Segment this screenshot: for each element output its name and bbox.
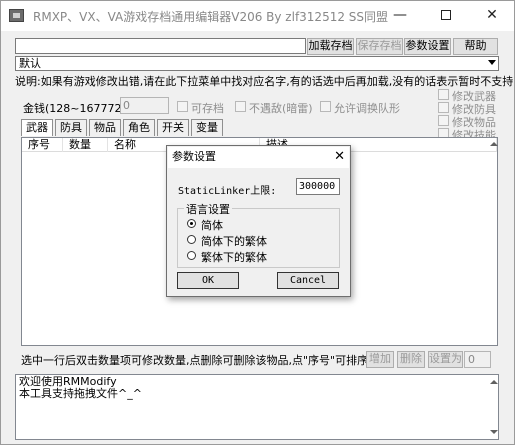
help-button[interactable]: 帮助	[453, 38, 498, 55]
instructions-text: 说明:如果有游戏修改出错,请在此下拉菜单中找对应名字,有的话选中后再加载,没有的…	[15, 75, 514, 88]
maximize-button[interactable]	[423, 1, 469, 31]
limit-label: StaticLinker上限:	[178, 186, 277, 197]
language-group-label: 语言设置	[184, 201, 232, 217]
limit-input[interactable]: 300000	[296, 178, 340, 195]
close-button[interactable]: ✕	[469, 1, 515, 31]
modify-weapon-checkbox[interactable]	[438, 89, 449, 100]
game-preset-select[interactable]: 默认	[15, 56, 499, 71]
saveable-label: 可存档	[191, 102, 224, 115]
allow-swap-checkbox[interactable]	[320, 101, 331, 112]
dialog-title: 参数设置	[172, 150, 216, 163]
tab-weapons[interactable]: 武器	[21, 119, 53, 136]
save-save-button[interactable]: 保存存档	[356, 38, 403, 55]
modify-item-checkbox[interactable]	[438, 115, 449, 126]
radio-simplified-label: 简体	[201, 219, 223, 232]
settings-dialog: 参数设置 ✕ StaticLinker上限: 300000 语言设置 简体 简体…	[166, 145, 351, 297]
window-title: RMXP、VX、VA游戏存档通用编辑器V206 By zlf312512 SS同…	[33, 10, 389, 24]
log-line: 本工具支持拖拽文件^_^	[19, 387, 142, 400]
tab-armor[interactable]: 防具	[55, 119, 87, 136]
column-index[interactable]: 序号	[22, 138, 63, 152]
log-scroll-down-icon[interactable]	[490, 430, 498, 434]
cancel-button[interactable]: Cancel	[277, 272, 339, 289]
scroll-up-icon[interactable]	[490, 142, 498, 146]
set-to-button[interactable]: 设置为	[428, 351, 463, 368]
horizontal-scrollbar[interactable]	[21, 346, 498, 349]
tab-switches[interactable]: 开关	[157, 119, 189, 136]
column-quantity[interactable]: 数量	[63, 138, 108, 152]
tab-variables[interactable]: 变量	[191, 119, 223, 136]
log-scroll-up-icon[interactable]	[490, 380, 498, 384]
load-save-button[interactable]: 加载存档	[307, 38, 354, 55]
no-encounter-label: 不遇敌(暗雷)	[249, 102, 313, 115]
radio-traditional-in-simplified[interactable]	[187, 235, 196, 244]
title-bar: RMXP、VX、VA游戏存档通用编辑器V206 By zlf312512 SS同…	[1, 1, 514, 31]
dialog-close-button[interactable]: ✕	[334, 147, 345, 167]
modify-armor-checkbox[interactable]	[438, 102, 449, 113]
saveable-checkbox[interactable]	[177, 101, 188, 112]
app-icon	[9, 9, 24, 22]
radio-traditional-in-traditional[interactable]	[187, 251, 196, 260]
radio-traditional-in-simplified-label: 简体下的繁体	[201, 235, 267, 248]
money-input[interactable]: 0	[120, 97, 169, 114]
ok-button[interactable]: OK	[177, 272, 239, 289]
log-textarea[interactable]: 欢迎使用RMModify 本工具支持拖拽文件^_^	[15, 374, 499, 440]
maximize-icon	[441, 10, 451, 20]
tab-characters[interactable]: 角色	[123, 119, 155, 136]
no-encounter-checkbox[interactable]	[235, 101, 246, 112]
save-path-input[interactable]	[15, 38, 306, 54]
allow-swap-label: 允许调换队形	[334, 102, 400, 115]
set-value-input[interactable]: 0	[464, 351, 491, 368]
settings-button[interactable]: 参数设置	[404, 38, 451, 55]
bottom-hint-text: 选中一行后双击数量项可修改数量,点删除可删除该物品,点"序号"可排序	[21, 354, 369, 367]
dialog-title-bar: 参数设置 ✕	[168, 147, 349, 168]
game-preset-value: 默认	[19, 57, 41, 70]
radio-simplified[interactable]	[187, 219, 196, 228]
add-button[interactable]: 增加	[366, 351, 394, 368]
dropdown-arrow-icon	[488, 60, 496, 65]
minimize-button[interactable]: —	[377, 1, 423, 31]
radio-traditional-in-traditional-label: 繁体下的繁体	[201, 251, 267, 264]
main-window: RMXP、VX、VA游戏存档通用编辑器V206 By zlf312512 SS同…	[0, 0, 515, 445]
delete-button[interactable]: 删除	[397, 351, 425, 368]
language-group: 语言设置 简体 简体下的繁体 繁体下的繁体	[177, 201, 340, 268]
tab-items[interactable]: 物品	[89, 119, 121, 136]
